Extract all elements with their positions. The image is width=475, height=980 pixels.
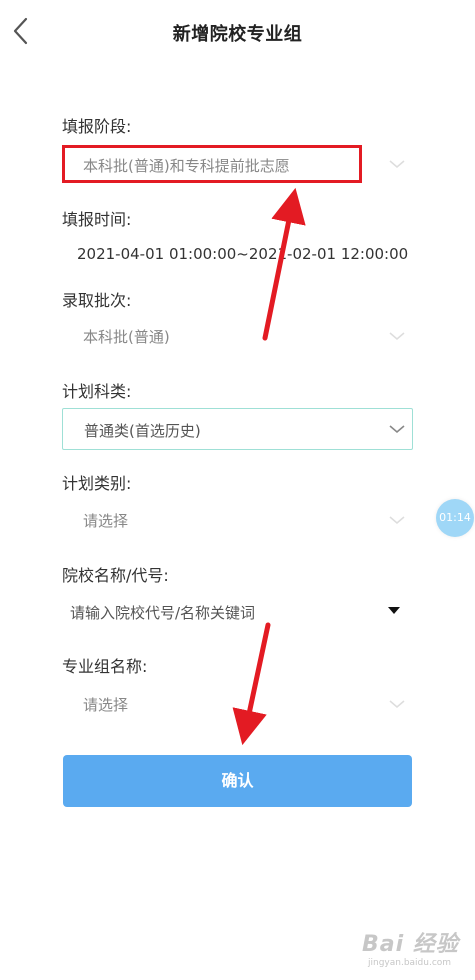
chevron-down-icon (389, 516, 405, 524)
group-select-value: 请选择 (83, 696, 129, 714)
batch-select-value: 本科批(普通) (83, 328, 170, 346)
header-bar: 新增院校专业组 (0, 0, 475, 62)
watermark-sub: jingyan.baidu.com (368, 958, 452, 968)
batch-select[interactable]: 本科批(普通) (62, 316, 412, 356)
category-select-value: 请选择 (83, 512, 129, 530)
school-search-placeholder: 请输入院校代号/名称关键词 (70, 604, 256, 622)
page-title: 新增院校专业组 (172, 24, 303, 45)
chevron-down-icon (389, 332, 405, 340)
subject-select-value: 普通类(首选历史) (84, 422, 201, 440)
confirm-button[interactable]: 确认 (63, 755, 412, 807)
stage-select[interactable]: 本科批(普通)和专科提前批志愿 (62, 145, 362, 183)
add-school-major-group-page: 新增院校专业组 填报阶段: 本科批(普通)和专科提前批志愿 填报时间: 2021… (0, 0, 475, 980)
dropdown-triangle-icon[interactable] (388, 607, 400, 614)
watermark-main: Bai 经验 (362, 932, 459, 957)
chevron-down-icon (389, 425, 405, 434)
time-label: 填报时间: (62, 210, 132, 229)
subject-label: 计划科类: (62, 382, 132, 401)
chevron-down-icon (389, 700, 405, 708)
stage-label: 填报阶段: (62, 117, 132, 136)
group-select[interactable]: 请选择 (62, 684, 412, 724)
school-label: 院校名称/代号: (62, 566, 169, 585)
timer-badge[interactable]: 01:14 (436, 499, 474, 537)
category-select[interactable]: 请选择 (62, 500, 412, 540)
group-label: 专业组名称: (62, 657, 148, 676)
baidu-jingyan-watermark: Bai 经验 jingyan.baidu.com (362, 926, 472, 976)
stage-select-value: 本科批(普通)和专科提前批志愿 (83, 157, 290, 175)
category-label: 计划类别: (62, 474, 132, 493)
batch-label: 录取批次: (62, 291, 132, 310)
stage-chevron-down-icon (389, 160, 405, 168)
time-value: 2021-04-01 01:00:00~2021-02-01 12:00:00 (77, 245, 409, 263)
school-search-input[interactable]: 请输入院校代号/名称关键词 (62, 594, 412, 630)
subject-select[interactable]: 普通类(首选历史) (62, 408, 413, 450)
